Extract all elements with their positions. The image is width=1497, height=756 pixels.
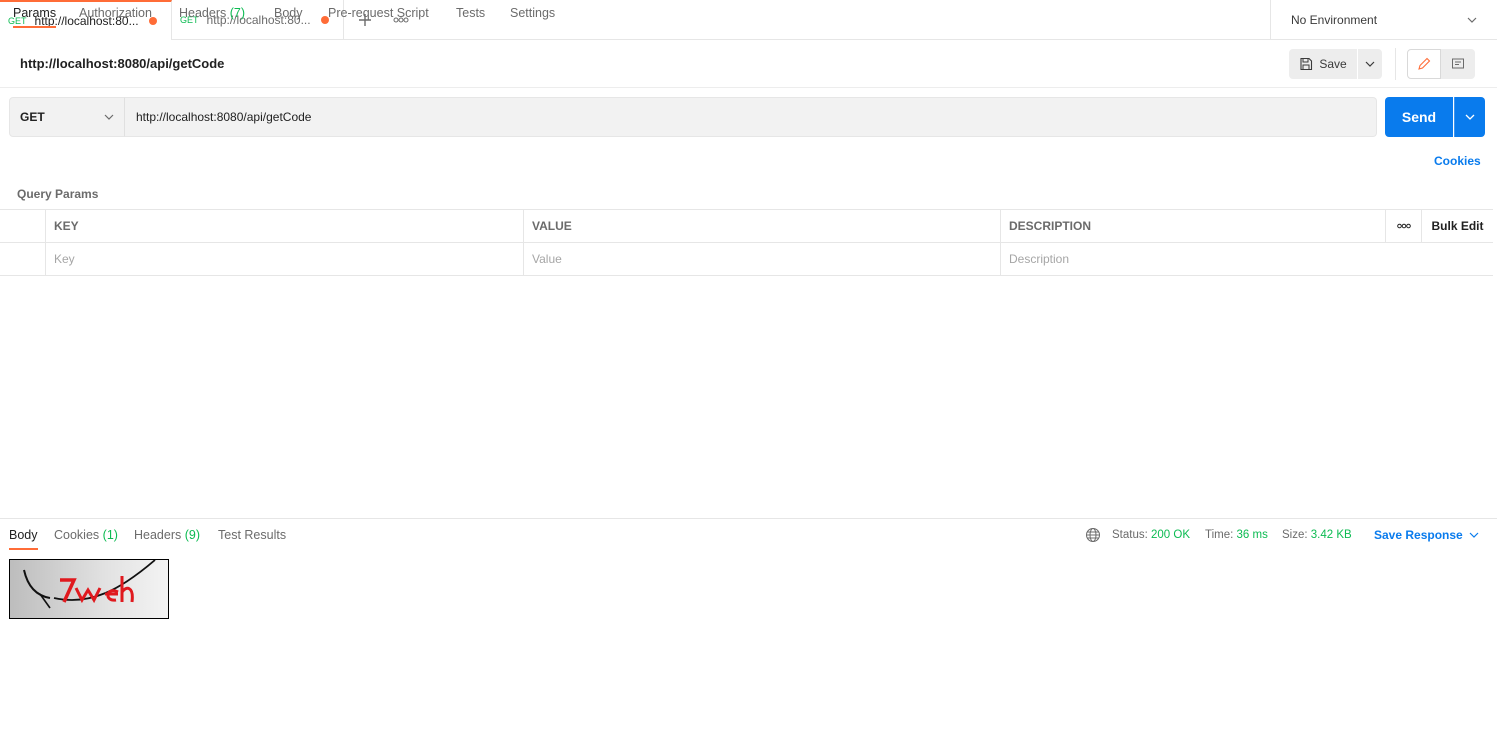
- save-response-label: Save Response: [1374, 528, 1463, 542]
- chevron-down-icon: [1465, 114, 1475, 120]
- description-cell: [1001, 243, 1493, 275]
- tab-params[interactable]: Params: [13, 0, 57, 28]
- cookies-link[interactable]: Cookies: [1434, 154, 1481, 168]
- value-input[interactable]: [532, 252, 992, 266]
- comment-icon: [1452, 58, 1464, 69]
- chevron-down-icon: [104, 114, 114, 120]
- response-tab-cookies-label: Cookies: [54, 528, 100, 542]
- postman-window: GET http://localhost:80... GET http://lo…: [0, 0, 1497, 756]
- size-value[interactable]: 3.42 KB: [1311, 529, 1352, 541]
- status-label: Status:: [1112, 529, 1148, 541]
- row-checkbox-cell: [0, 243, 46, 275]
- save-label: Save: [1319, 57, 1347, 71]
- tab-settings[interactable]: Settings: [510, 0, 555, 28]
- request-title-row: http://localhost:8080/api/getCode Save: [0, 40, 1497, 88]
- bulk-edit-button[interactable]: Bulk Edit: [1422, 210, 1493, 242]
- save-options-button[interactable]: [1358, 49, 1382, 79]
- size-readout: Size: 3.42 KB: [1282, 529, 1352, 541]
- query-params-table: KEY VALUE DESCRIPTION Bulk Edit: [0, 209, 1493, 276]
- description-input[interactable]: [1009, 252, 1485, 266]
- chevron-down-icon: [1365, 61, 1375, 67]
- query-params-label: Query Params: [17, 187, 99, 201]
- response-tab-test-results[interactable]: Test Results: [218, 526, 286, 550]
- save-button[interactable]: Save: [1289, 49, 1357, 79]
- tab-prerequest-script[interactable]: Pre-request Script: [328, 0, 429, 28]
- more-dots-icon: [1396, 223, 1411, 229]
- chevron-down-icon: [1469, 532, 1479, 538]
- description-column-header: DESCRIPTION: [1001, 210, 1386, 242]
- globe-icon[interactable]: [1085, 527, 1101, 543]
- tab-authorization[interactable]: Authorization: [79, 0, 152, 28]
- tab-headers-count: (7): [229, 6, 246, 20]
- method-label: GET: [20, 110, 45, 124]
- response-tab-headers-count: (9): [184, 528, 201, 542]
- tab-headers[interactable]: Headers (7): [179, 0, 245, 28]
- key-cell: [46, 243, 524, 275]
- value-cell: [524, 243, 1001, 275]
- response-tab-cookies-count: (1): [102, 528, 118, 542]
- tab-body[interactable]: Body: [274, 0, 303, 28]
- status-readout: Status: 200 OK: [1112, 529, 1190, 541]
- pencil-icon: [1418, 57, 1431, 70]
- save-response-button[interactable]: Save Response: [1374, 528, 1479, 542]
- status-value[interactable]: 200 OK: [1151, 529, 1190, 541]
- url-input[interactable]: [124, 97, 1377, 137]
- value-column-header: VALUE: [524, 210, 1001, 242]
- response-divider[interactable]: [0, 518, 1497, 519]
- response-tab-body[interactable]: Body: [9, 526, 38, 550]
- response-tab-headers[interactable]: Headers (9): [134, 526, 200, 550]
- tab-tests[interactable]: Tests: [456, 0, 485, 28]
- tab-headers-label: Headers: [179, 6, 227, 20]
- edit-mode-button[interactable]: [1407, 49, 1441, 79]
- table-row: [0, 243, 1493, 276]
- key-column-header: KEY: [46, 210, 524, 242]
- documentation-mode-button[interactable]: [1441, 49, 1475, 79]
- checkbox-column-header: [0, 210, 46, 242]
- size-label: Size:: [1282, 529, 1308, 541]
- key-input[interactable]: [54, 252, 515, 266]
- request-title[interactable]: http://localhost:8080/api/getCode: [20, 56, 224, 71]
- divider: [1395, 48, 1396, 80]
- table-header-row: KEY VALUE DESCRIPTION Bulk Edit: [0, 210, 1493, 243]
- response-tab-headers-label: Headers: [134, 528, 182, 542]
- response-captcha-image: [9, 559, 169, 619]
- method-selector[interactable]: GET: [9, 97, 125, 137]
- send-options-button[interactable]: [1454, 97, 1485, 137]
- floppy-icon: [1300, 57, 1313, 71]
- chevron-down-icon: [1467, 17, 1477, 23]
- environment-selector[interactable]: No Environment: [1270, 0, 1497, 40]
- time-value[interactable]: 36 ms: [1237, 529, 1268, 541]
- send-button[interactable]: Send: [1385, 97, 1453, 137]
- environment-label: No Environment: [1291, 13, 1378, 27]
- time-label: Time:: [1205, 529, 1234, 541]
- column-options-button[interactable]: [1386, 210, 1422, 242]
- time-readout: Time: 36 ms: [1205, 529, 1268, 541]
- response-tab-cookies[interactable]: Cookies (1): [54, 526, 118, 550]
